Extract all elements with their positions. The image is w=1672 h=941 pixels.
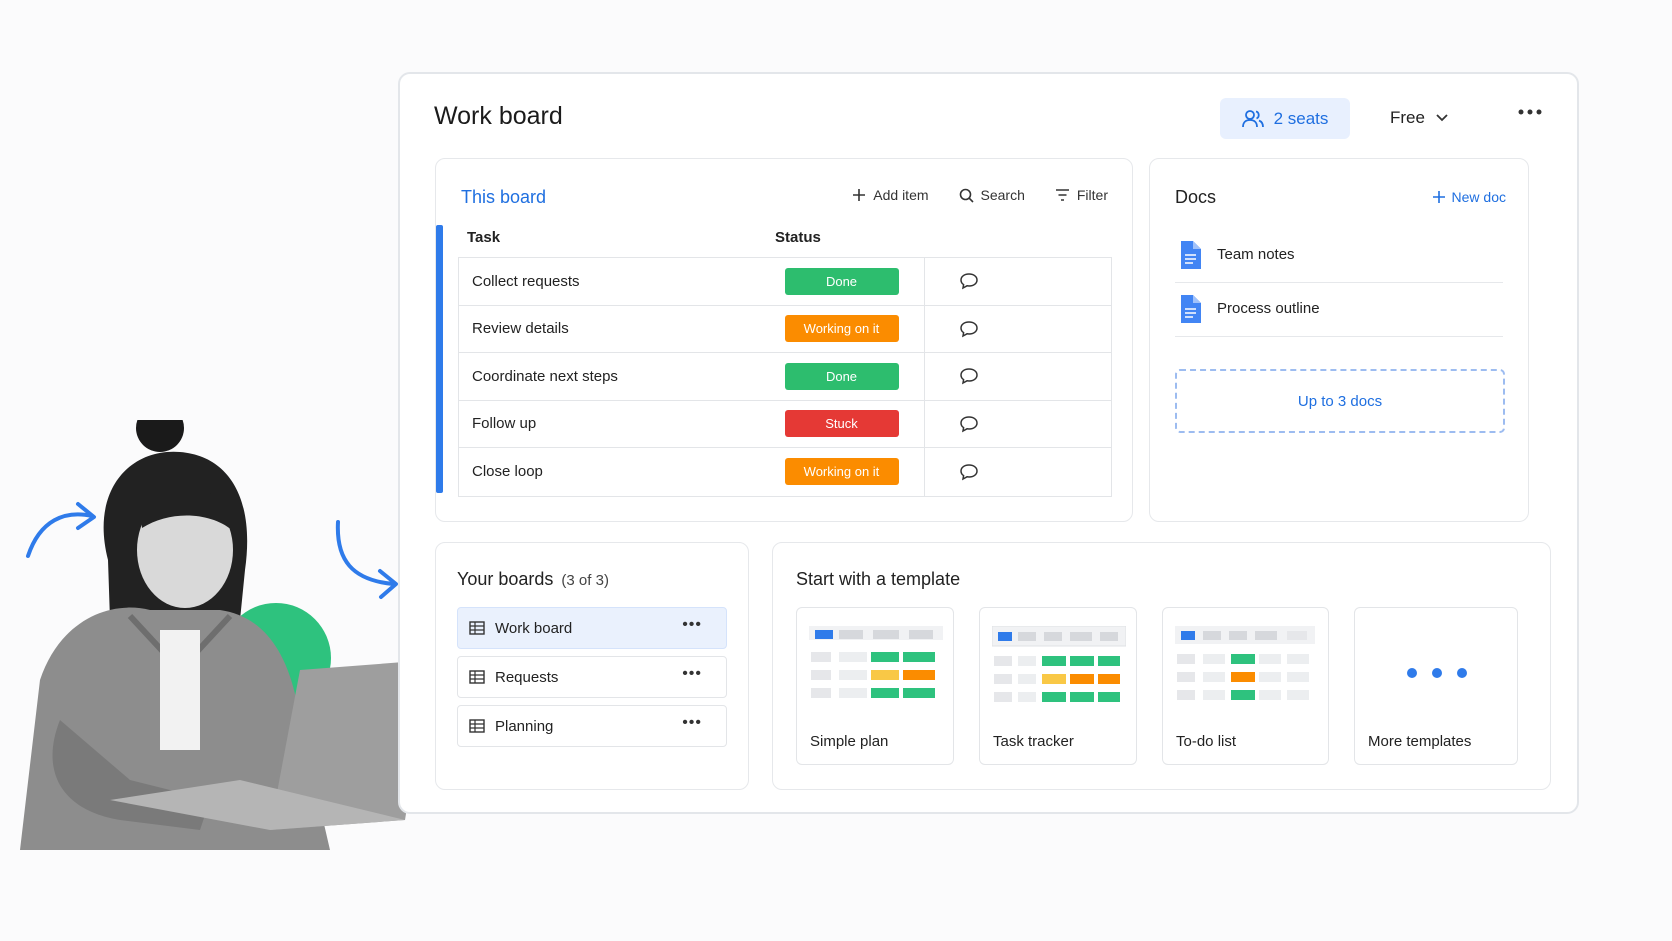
board-grid-icon [469, 719, 485, 733]
template-preview [992, 626, 1126, 702]
search-icon [959, 188, 974, 203]
seats-button[interactable]: 2 seats [1220, 98, 1350, 139]
more-icon[interactable] [1518, 108, 1542, 116]
template-card-task-tracker[interactable]: Task tracker [979, 607, 1137, 765]
status-badge[interactable]: Stuck [784, 410, 899, 438]
status-badge[interactable]: Working on it [784, 315, 899, 343]
template-card-to-do-list[interactable]: To-do list [1162, 607, 1329, 765]
template-preview [809, 626, 943, 698]
your-boards-title: Your boards (3 of 3) [457, 569, 609, 590]
new-doc-button[interactable]: New doc [1432, 189, 1506, 205]
filter-icon [1055, 189, 1069, 201]
plan-label: Free [1390, 108, 1425, 127]
template-label: More templates [1368, 733, 1472, 750]
filter-button[interactable]: Filter [1055, 187, 1108, 203]
comment-icon[interactable] [959, 367, 979, 385]
add-item-label: Add item [873, 187, 929, 203]
people-icon [1241, 109, 1264, 127]
docs-title: Docs [1175, 187, 1217, 207]
template-preview [1175, 626, 1315, 700]
more-icon[interactable]: ••• [682, 616, 702, 634]
status-badge[interactable]: Done [784, 362, 899, 390]
doc-item[interactable]: Team notes [1175, 227, 1503, 283]
task-name[interactable]: Close loop [459, 463, 759, 480]
new-doc-label: New doc [1451, 189, 1506, 205]
board-toolbar: Add item Search Filter [852, 187, 1108, 203]
seats-label: 2 seats [1273, 108, 1329, 128]
board-panel: This board Add item Search Filter Task S… [435, 158, 1133, 522]
board-item-work-board[interactable]: Work board ••• [457, 607, 727, 649]
arrow-icon [26, 512, 94, 558]
board-grid-icon [469, 670, 485, 684]
comment-icon[interactable] [959, 272, 979, 290]
chevron-down-icon [1436, 114, 1448, 122]
docs-limit-box[interactable]: Up to 3 docs [1175, 369, 1505, 433]
status-badge[interactable]: Working on it [784, 458, 899, 486]
plus-icon [853, 189, 866, 201]
plan-dropdown[interactable]: Free [1390, 108, 1449, 128]
doc-title: Team notes [1217, 246, 1295, 263]
board-item-planning[interactable]: Planning ••• [457, 705, 727, 747]
comment-icon[interactable] [959, 415, 979, 433]
page: Work board 2 seats Free This board Add i… [0, 0, 1672, 941]
task-name[interactable]: Follow up [459, 415, 759, 432]
column-header-task[interactable]: Task [467, 229, 500, 246]
task-name[interactable]: Review details [459, 320, 759, 337]
board-grid-icon [469, 621, 485, 635]
page-title: Work board [434, 102, 563, 130]
work-board-window: Work board 2 seats Free This board Add i… [398, 72, 1579, 814]
template-label: Task tracker [993, 733, 1074, 750]
template-card-more-templates[interactable]: More templates [1354, 607, 1518, 765]
search-button[interactable]: Search [959, 187, 1025, 203]
table-row[interactable]: Coordinate next steps Done [459, 353, 1111, 401]
table-row[interactable]: Follow up Stuck [459, 400, 1111, 448]
templates-panel: Start with a template Simple plan Task t… [772, 542, 1551, 790]
search-label: Search [980, 187, 1025, 203]
task-name[interactable]: Coordinate next steps [459, 368, 759, 385]
group-color-bar [436, 225, 443, 493]
template-label: To-do list [1176, 733, 1237, 750]
more-icon[interactable]: ••• [682, 665, 702, 683]
filter-label: Filter [1076, 187, 1108, 203]
task-table: Collect requests Done Review details Wor… [458, 257, 1112, 497]
comment-icon[interactable] [959, 463, 979, 481]
status-badge[interactable]: Done [784, 267, 899, 295]
docs-panel: Docs New doc Team notes Process outline … [1149, 158, 1529, 522]
more-icon[interactable]: ••• [682, 714, 702, 732]
doc-item[interactable]: Process outline [1175, 281, 1503, 337]
board-item-label: Planning [495, 717, 554, 735]
add-item-button[interactable]: Add item [852, 187, 929, 203]
table-row[interactable]: Collect requests Done [459, 258, 1111, 306]
doc-icon [1181, 294, 1201, 323]
board-item-requests[interactable]: Requests ••• [457, 656, 727, 698]
comment-icon[interactable] [959, 320, 979, 338]
board-item-label: Requests [495, 668, 559, 686]
column-header-status[interactable]: Status [775, 229, 821, 246]
your-boards-heading: Your boards [457, 569, 554, 589]
task-name[interactable]: Collect requests [459, 273, 759, 290]
board-title[interactable]: This board [461, 187, 546, 208]
plus-icon [1432, 191, 1445, 203]
templates-title: Start with a template [796, 569, 961, 589]
more-icon [1407, 668, 1467, 678]
table-row[interactable]: Close loop Working on it [459, 448, 1111, 496]
template-label: Simple plan [810, 733, 889, 750]
template-card-simple-plan[interactable]: Simple plan [796, 607, 954, 765]
board-item-label: Work board [495, 619, 573, 637]
doc-icon [1181, 240, 1201, 269]
your-boards-panel: Your boards (3 of 3) Work board ••• Reque… [435, 542, 749, 790]
doc-title: Process outline [1217, 300, 1320, 317]
boards-count: (3 of 3) [561, 572, 609, 589]
table-row[interactable]: Review details Working on it [459, 305, 1111, 353]
